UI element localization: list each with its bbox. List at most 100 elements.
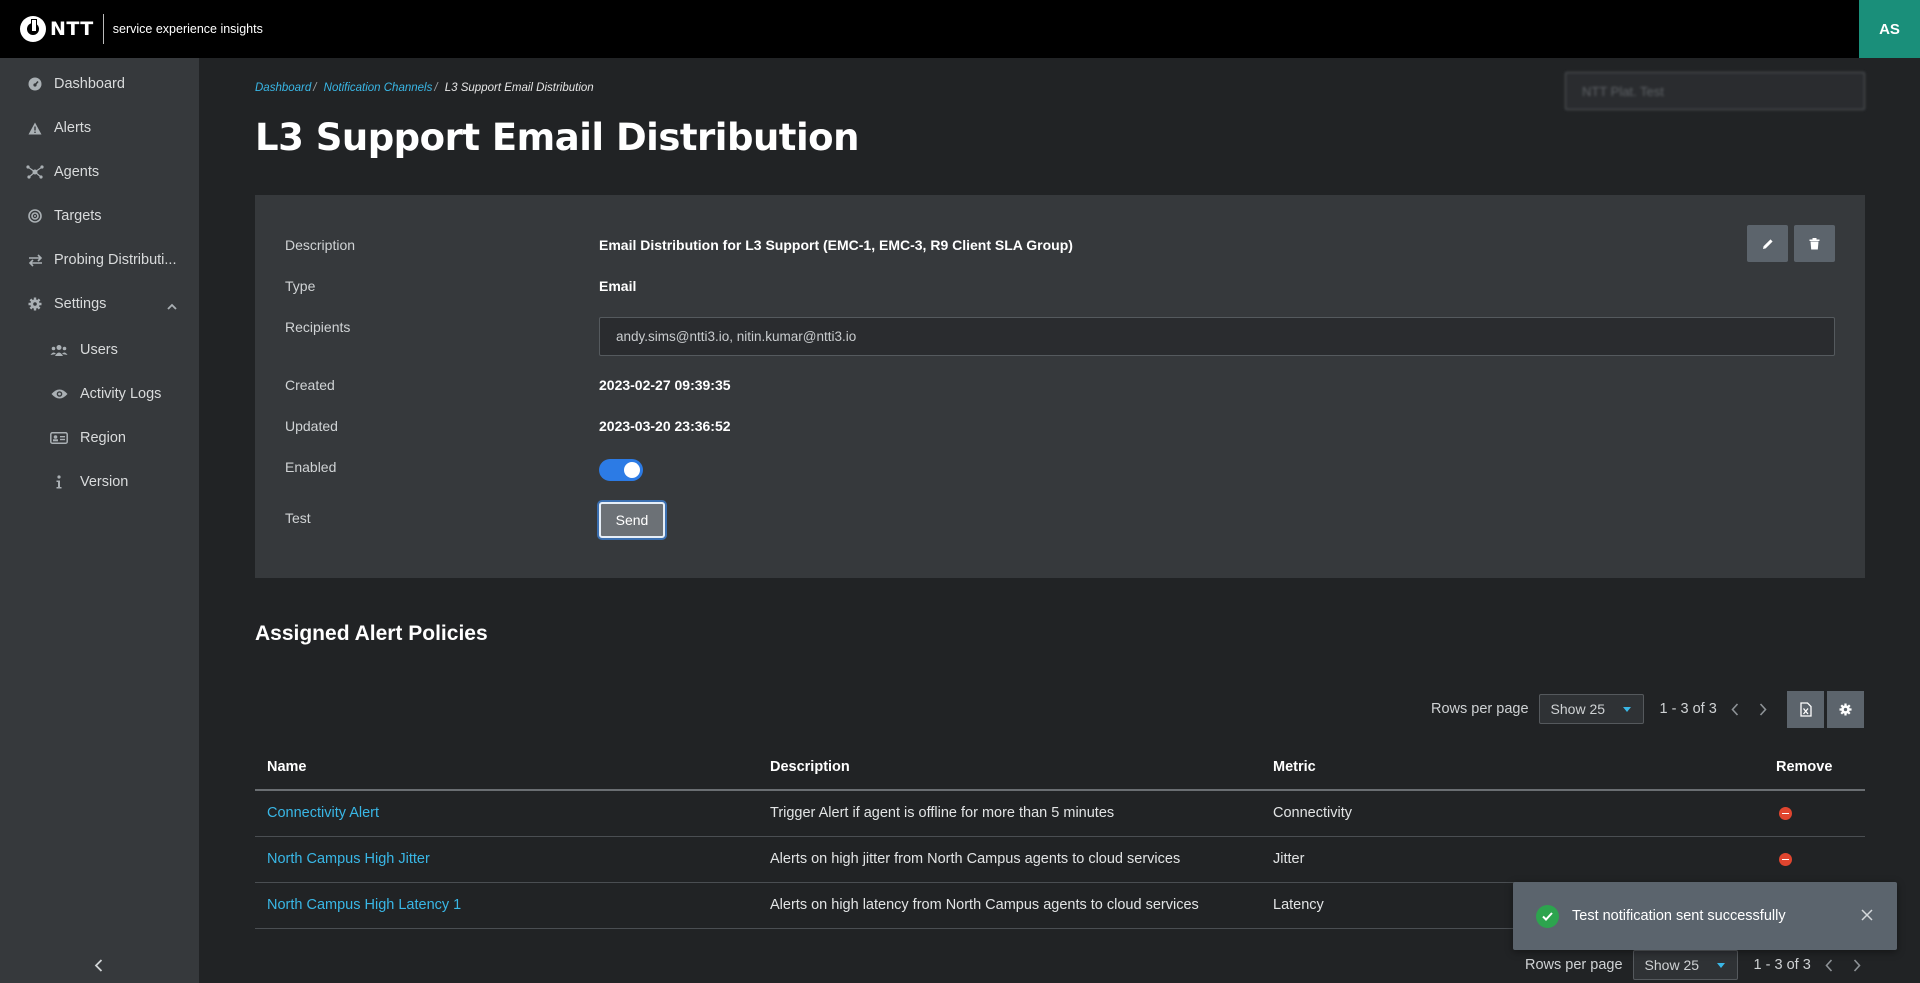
prev-page-button[interactable] — [1821, 957, 1837, 973]
info-icon — [50, 473, 68, 491]
sidebar-item-label: Dashboard — [54, 76, 125, 92]
column-header-metric[interactable]: Metric — [1261, 744, 1764, 791]
table-pager-top: Rows per page Show 25 1 - 3 of 3 — [1431, 694, 1771, 724]
sidebar-item-region[interactable]: Region — [0, 420, 199, 456]
sidebar-item-label: Probing Distributi... — [54, 252, 177, 268]
close-icon — [1861, 909, 1873, 921]
breadcrumb-separator: / — [313, 82, 317, 94]
chevron-right-icon — [1759, 702, 1767, 716]
prev-page-button[interactable] — [1727, 701, 1743, 717]
breadcrumb-dashboard[interactable]: Dashboard — [255, 82, 311, 94]
section-title-alert-policies: Assigned Alert Policies — [255, 622, 488, 645]
enabled-label: Enabled — [285, 459, 337, 475]
breadcrumb-notification-channels[interactable]: Notification Channels — [324, 82, 433, 94]
sidebar-item-label: Users — [80, 342, 118, 358]
sidebar-item-activity-logs[interactable]: Activity Logs — [0, 376, 199, 412]
logo-divider — [102, 14, 104, 44]
organization-select[interactable]: NTT Plat. Test — [1565, 72, 1865, 110]
sidebar-item-users[interactable]: Users — [0, 332, 199, 368]
policy-name-link[interactable]: North Campus High Jitter — [267, 851, 430, 867]
chevron-left-icon — [1731, 702, 1738, 716]
next-page-button[interactable] — [1849, 957, 1865, 973]
delete-button[interactable] — [1794, 225, 1835, 262]
remove-icon[interactable] — [1779, 852, 1792, 866]
send-test-button[interactable]: Send — [599, 502, 665, 538]
remove-icon[interactable] — [1779, 806, 1792, 820]
toast-message: Test notification sent successfully — [1572, 908, 1786, 924]
page-range: 1 - 3 of 3 — [1753, 957, 1811, 973]
sidebar-item-probing-distribution[interactable]: Probing Distributi... — [0, 242, 199, 278]
policy-metric: Connectivity — [1261, 790, 1764, 837]
sidebar: Dashboard Alerts Agents Targets Probing … — [0, 58, 199, 983]
rows-per-page-label: Rows per page — [1525, 957, 1623, 973]
user-avatar[interactable]: AS — [1859, 0, 1920, 58]
sidebar-item-agents[interactable]: Agents — [0, 154, 199, 190]
sidebar-item-label: Version — [80, 474, 129, 490]
recipients-value: andy.sims@ntti3.io, nitin.kumar@ntti3.io — [616, 329, 857, 344]
updated-value: 2023-03-20 23:36:52 — [599, 418, 731, 434]
table-pager-bottom: Rows per page Show 25 1 - 3 of 3 — [1525, 950, 1865, 980]
users-icon — [50, 341, 68, 359]
table-row: North Campus High Jitter Alerts on high … — [255, 836, 1865, 883]
export-excel-button[interactable] — [1787, 691, 1824, 728]
product-name: service experience insights — [112, 22, 263, 36]
sidebar-item-targets[interactable]: Targets — [0, 198, 199, 234]
trash-icon — [1809, 237, 1820, 249]
policy-description: Trigger Alert if agent is offline for mo… — [758, 790, 1261, 837]
toggle-knob — [624, 462, 640, 478]
success-toast: Test notification sent successfully — [1513, 882, 1897, 950]
table-settings-button[interactable] — [1827, 691, 1864, 728]
ntt-logo-icon — [20, 16, 46, 42]
sidebar-item-version[interactable]: Version — [0, 464, 199, 500]
gear-icon — [26, 295, 44, 313]
rows-per-page-select[interactable]: Show 25 — [1632, 950, 1738, 980]
table-row: Connectivity Alert Trigger Alert if agen… — [255, 790, 1865, 837]
sidebar-item-settings[interactable]: Settings — [0, 286, 199, 322]
target-icon — [26, 207, 44, 225]
caret-down-icon — [1622, 707, 1631, 712]
policy-description: Alerts on high jitter from North Campus … — [758, 836, 1261, 883]
rows-per-page-value: Show 25 — [1644, 957, 1700, 973]
sidebar-item-label: Settings — [54, 296, 107, 312]
gear-icon — [1839, 703, 1852, 716]
page-title: L3 Support Email Distribution — [255, 116, 859, 159]
edit-button[interactable] — [1747, 225, 1788, 262]
page-range: 1 - 3 of 3 — [1659, 701, 1717, 717]
chevron-up-icon — [167, 298, 177, 314]
dashboard-icon — [26, 75, 44, 93]
close-toast-button[interactable] — [1861, 908, 1873, 926]
chevron-right-icon — [1853, 958, 1861, 972]
pencil-icon — [1762, 238, 1773, 249]
ntt-logo[interactable]: NTT service experience insights — [20, 0, 263, 58]
policy-name-link[interactable]: North Campus High Latency 1 — [267, 897, 461, 913]
description-value: Email Distribution for L3 Support (EMC-1… — [599, 237, 1073, 253]
column-header-remove: Remove — [1764, 744, 1865, 791]
test-label: Test — [285, 510, 311, 526]
created-label: Created — [285, 377, 335, 393]
policy-description: Alerts on high latency from North Campus… — [758, 882, 1261, 929]
organization-select-value: NTT Plat. Test — [1582, 83, 1664, 99]
sidebar-item-alerts[interactable]: Alerts — [0, 110, 199, 146]
rows-per-page-select[interactable]: Show 25 — [1538, 694, 1644, 724]
check-circle-icon — [1536, 904, 1559, 928]
column-header-name[interactable]: Name — [255, 744, 758, 791]
enabled-toggle[interactable] — [599, 459, 643, 481]
chevron-left-icon — [94, 958, 102, 972]
sidebar-item-label: Targets — [54, 208, 102, 224]
eye-icon — [50, 385, 68, 403]
collapse-sidebar-button[interactable] — [88, 955, 108, 975]
recipients-label: Recipients — [285, 319, 351, 335]
rows-per-page-label: Rows per page — [1431, 701, 1529, 717]
logo-text: NTT — [50, 18, 94, 40]
breadcrumb-separator: / — [434, 82, 438, 94]
recipients-field[interactable]: andy.sims@ntti3.io, nitin.kumar@ntti3.io — [599, 317, 1835, 356]
policy-name-link[interactable]: Connectivity Alert — [267, 805, 379, 821]
next-page-button[interactable] — [1755, 701, 1771, 717]
sidebar-item-dashboard[interactable]: Dashboard — [0, 66, 199, 102]
description-label: Description — [285, 237, 356, 253]
sidebar-item-label: Agents — [54, 164, 100, 180]
sidebar-item-label: Activity Logs — [80, 386, 162, 402]
column-header-description[interactable]: Description — [758, 744, 1261, 791]
updated-label: Updated — [285, 418, 338, 434]
id-card-icon — [50, 429, 68, 447]
